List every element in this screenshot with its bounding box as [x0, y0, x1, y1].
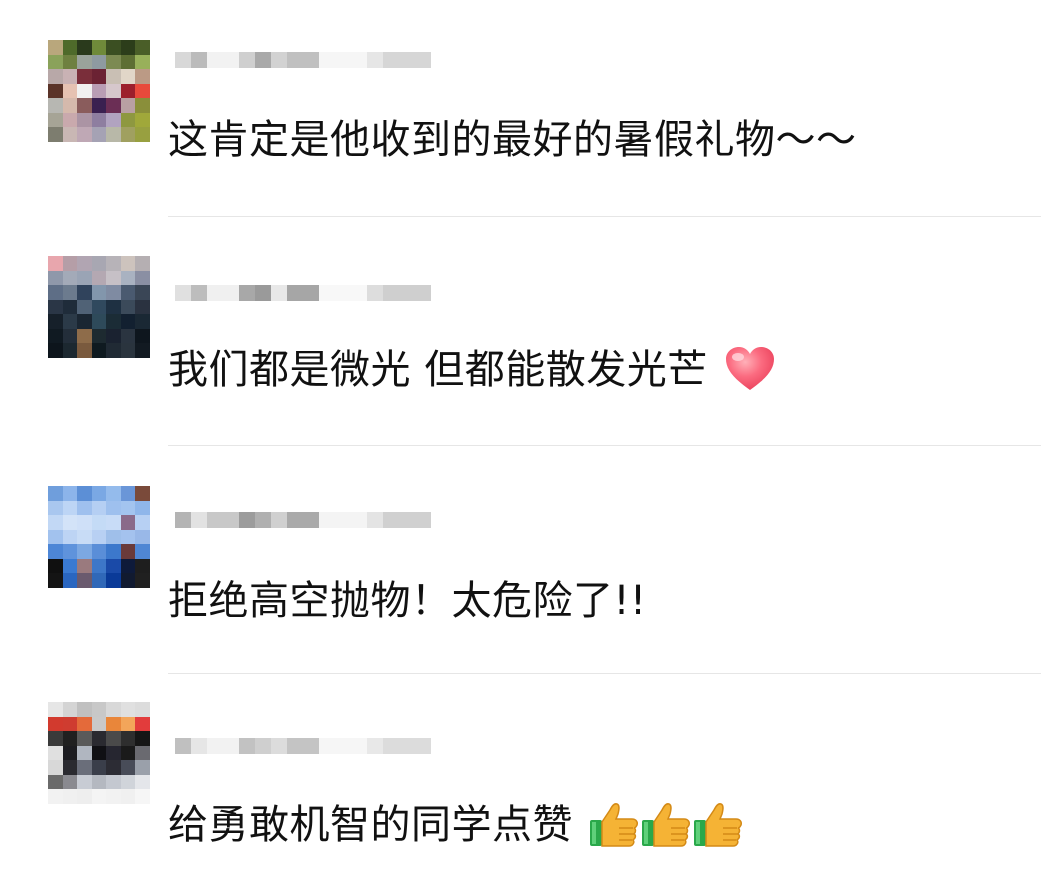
avatar[interactable] — [48, 40, 150, 142]
username-blurred[interactable] — [175, 44, 497, 76]
username-blurred[interactable] — [175, 730, 497, 762]
comment-text: 拒绝高空抛物！太危险了!! — [168, 576, 647, 626]
comment-text: 这肯定是他收到的最好的暑假礼物～～ — [168, 115, 857, 165]
thumbs-up-icon — [694, 803, 743, 847]
comment-item: 拒绝高空抛物！太危险了!! — [0, 446, 1041, 674]
avatar[interactable] — [48, 702, 150, 804]
username-blurred[interactable] — [175, 277, 497, 309]
avatar[interactable] — [48, 486, 150, 588]
heart-icon — [725, 347, 774, 390]
thumbs-up-icon — [642, 803, 691, 847]
comment-text: 我们都是微光 但都能散发光芒 — [168, 345, 777, 395]
comment-item: 给勇敢机智的同学点赞 — [0, 674, 1041, 888]
comment-text: 给勇敢机智的同学点赞 — [168, 800, 744, 850]
username-blurred[interactable] — [175, 504, 497, 536]
comment-text-content: 这肯定是他收到的最好的暑假礼物～～ — [168, 117, 857, 163]
comment-text-content: 我们都是微光 但都能散发光芒 — [168, 347, 708, 393]
comment-text-content: 给勇敢机智的同学点赞 — [168, 802, 573, 848]
thumbs-up-icon — [590, 803, 639, 847]
comment-text-content: 拒绝高空抛物！太危险了!! — [168, 578, 647, 624]
comment-item: 这肯定是他收到的最好的暑假礼物～～ — [0, 0, 1041, 217]
comment-item: 我们都是微光 但都能散发光芒 — [0, 217, 1041, 446]
avatar[interactable] — [48, 256, 150, 358]
